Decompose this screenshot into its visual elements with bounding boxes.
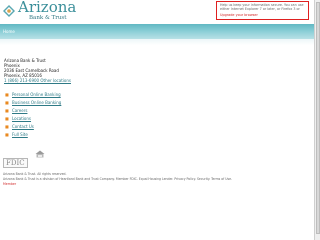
copyright-text: Arizona Bank & Trust. All rights reserve… [3, 172, 67, 176]
brand-name: Arizona [18, 0, 77, 16]
navigation-shadow [0, 39, 314, 45]
business-online-banking-link[interactable]: Business Online Banking [12, 100, 61, 105]
bullet-icon: ■ [5, 100, 9, 105]
notice-text: Help us keep your information secure. Yo… [220, 3, 304, 11]
locations-link[interactable]: Locations [12, 116, 31, 121]
fdic-logo: FDIC [3, 158, 28, 168]
list-item: ■ Careers [4, 107, 304, 115]
site-footer: FDIC Arizona Bank & Trust. All rights re… [3, 150, 307, 186]
full-site-link[interactable]: Full Site [12, 132, 28, 137]
quick-links-list: ■ Personal Online Banking ■ Business Onl… [4, 91, 304, 139]
bullet-icon: ■ [5, 124, 9, 129]
bullet-icon: ■ [5, 132, 9, 137]
home-nav-label[interactable]: Home [3, 29, 15, 34]
navigation-band: Home [0, 24, 314, 39]
member-label: Member [3, 182, 17, 186]
upgrade-browser-link[interactable]: Upgrade your browser [220, 13, 305, 17]
arizona-bank-mark-icon [3, 5, 15, 17]
brand-subtitle: Bank & Trust [29, 15, 67, 21]
bullet-icon: ■ [5, 116, 9, 121]
list-item: ■ Full Site [4, 131, 304, 139]
browser-upgrade-notice: Help us keep your information secure. Yo… [216, 1, 309, 20]
scrollbar-thumb[interactable] [316, 2, 320, 234]
bullet-icon: ■ [5, 108, 9, 113]
site-header: Arizona Bank & Trust Help us keep your i… [0, 0, 314, 24]
main-content: Arizona Bank & Trust Phoenix 2036 East C… [4, 58, 304, 139]
list-item: ■ Locations [4, 115, 304, 123]
footer-badges: FDIC [3, 150, 307, 169]
vertical-scrollbar[interactable] [314, 0, 320, 240]
phone-locations-link[interactable]: 1 (866) 213-6900 Other locations [4, 78, 304, 83]
list-item: ■ Business Online Banking [4, 99, 304, 107]
disclaimer-text: Arizona Bank & Trust is a division of He… [3, 177, 233, 181]
equal-housing-lender-icon [35, 150, 45, 158]
careers-link[interactable]: Careers [12, 108, 27, 113]
personal-online-banking-link[interactable]: Personal Online Banking [12, 92, 61, 97]
contact-block: Arizona Bank & Trust Phoenix 2036 East C… [4, 58, 304, 83]
list-item: ■ Personal Online Banking [4, 91, 304, 99]
list-item: ■ Contact Us [4, 123, 304, 131]
bullet-icon: ■ [5, 92, 9, 97]
mobile-bank-page: Arizona Bank & Trust Help us keep your i… [0, 0, 320, 240]
contact-us-link[interactable]: Contact Us [12, 124, 34, 129]
arizona-logo[interactable]: Arizona Bank & Trust [2, 0, 76, 23]
